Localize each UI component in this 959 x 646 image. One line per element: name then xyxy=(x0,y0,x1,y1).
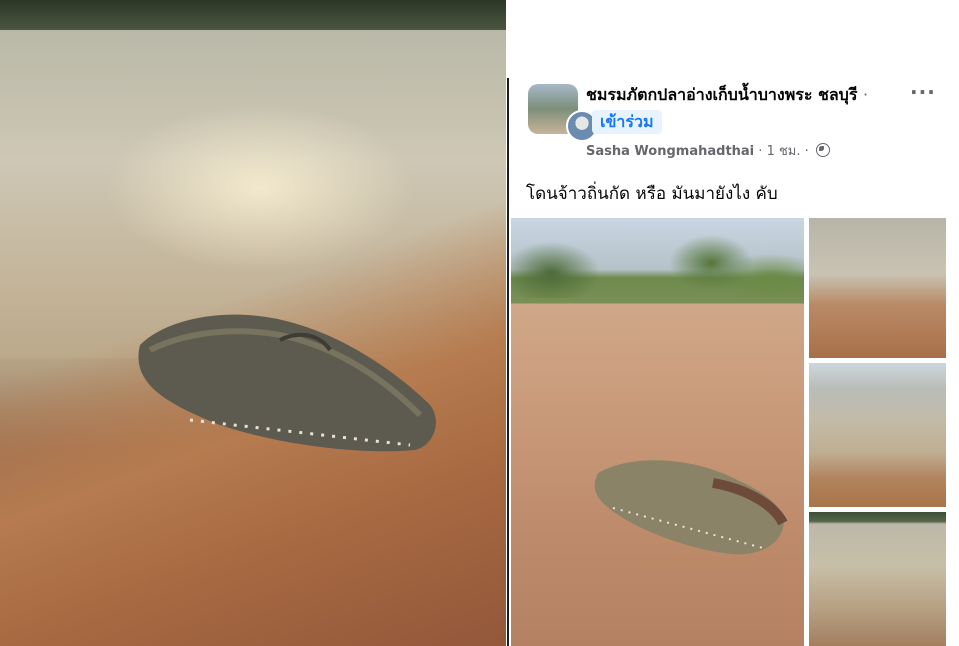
meta-separator-2: · xyxy=(804,144,809,159)
post-header: ชมรมภัตกปลาอ่างเก็บน้ำบางพระ ชลบุรี · เข… xyxy=(586,82,886,134)
group-avatar[interactable] xyxy=(528,84,598,142)
group-name-link[interactable]: ชมรมภัตกปลาอ่างเก็บน้ำบางพระ ชลบุรี xyxy=(586,85,857,104)
author-name-link[interactable]: Sasha Wongmahadthai xyxy=(586,144,754,159)
globe-icon[interactable] xyxy=(815,143,830,157)
join-button[interactable]: เข้าร่วม xyxy=(592,109,662,134)
post-photo-2[interactable] xyxy=(809,218,946,358)
distant-treeline xyxy=(0,0,506,30)
crocodile-head xyxy=(138,314,436,452)
post-text: โดนจ้าวถิ่นกัด หรือ มันมายังไง คับ xyxy=(526,184,778,204)
post-photo-4[interactable] xyxy=(809,512,946,646)
meta-separator-1: · xyxy=(758,144,763,159)
photo-trees xyxy=(511,228,804,298)
post-meta: Sasha Wongmahadthai · 1 ชม. · xyxy=(586,140,830,161)
photo-crocodile-head xyxy=(594,460,788,555)
crocodile-head-shore-photo xyxy=(0,0,506,646)
image-divider xyxy=(507,78,509,646)
more-options-button[interactable]: ··· xyxy=(910,80,936,104)
facebook-post: ชมรมภัตกปลาอ่างเก็บน้ำบางพระ ชลบุรี · เข… xyxy=(510,78,959,646)
composite-image: ชมรมภัตกปลาอ่างเก็บน้ำบางพระ ชลบุรี · เข… xyxy=(0,0,959,646)
post-time-link[interactable]: 1 ชม. xyxy=(767,144,801,159)
post-photo-main[interactable] xyxy=(511,218,804,646)
header-separator: · xyxy=(863,85,869,104)
post-photo-3[interactable] xyxy=(809,363,946,507)
